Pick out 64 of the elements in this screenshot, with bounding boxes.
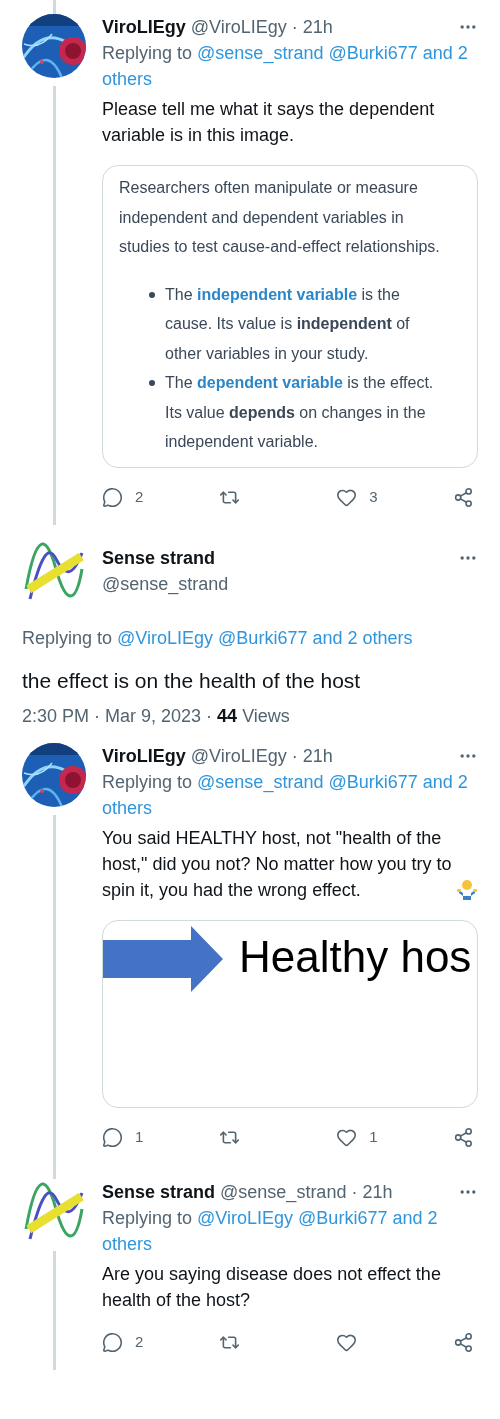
mention-link[interactable]: @Burki677 bbox=[328, 43, 418, 63]
author-handle: @ViroLIEgy · 21h bbox=[190, 17, 333, 37]
replying-to-text: Replying to @ViroLIEgy @Burki677 and 2 others bbox=[22, 626, 414, 650]
replying-to-text: Replying to @ViroLIEgy @Burki677 and 2 others bbox=[102, 1206, 439, 1256]
like-count: 3 bbox=[369, 487, 378, 508]
mention-link[interactable]: and bbox=[392, 1207, 423, 1228]
mention-link[interactable]: others bbox=[362, 627, 413, 648]
replying-to-text: Replying to @sense_strand @Burki677 and 2 others bbox=[102, 770, 469, 820]
author-name[interactable]: Sense strand bbox=[102, 544, 216, 571]
like-icon[interactable] bbox=[336, 1332, 358, 1353]
term-link[interactable]: independent variable bbox=[197, 285, 358, 303]
like-count: 1 bbox=[369, 1127, 378, 1148]
mention-link[interactable]: 2 bbox=[457, 43, 468, 63]
author-name[interactable]: ViroLIEgy bbox=[102, 17, 186, 37]
shrug-icon bbox=[456, 878, 478, 901]
mention-link[interactable]: @sense_strand bbox=[197, 771, 324, 792]
reply-count: 2 bbox=[135, 487, 144, 508]
article-paragraph: Researchers often manipulate or measure independent and dependent variables in studies to test cause-and-effect relationships. bbox=[119, 178, 441, 257]
mention-link[interactable]: 2 bbox=[347, 627, 358, 648]
mention-link[interactable]: @ViroLIEgy bbox=[117, 627, 214, 648]
author-name[interactable]: ViroLIEgy bbox=[102, 745, 186, 766]
mention-link[interactable]: others bbox=[102, 1233, 153, 1254]
mention-link[interactable]: and bbox=[312, 627, 343, 648]
bullet-icon bbox=[149, 380, 155, 386]
term-link[interactable]: dependent variable bbox=[197, 374, 343, 391]
bullet-text: The independent variable is the cause. Its value is independent of other variables in your study. bbox=[165, 284, 411, 364]
like-icon[interactable] bbox=[336, 1127, 358, 1148]
reply-icon[interactable] bbox=[102, 487, 123, 508]
views-count: 44 bbox=[217, 704, 238, 728]
mention-link[interactable]: 2 bbox=[457, 771, 468, 792]
author-name[interactable]: Sense strand bbox=[102, 1181, 216, 1202]
bullet-text: The dependent variable is the effect. Its value depends on changes in the independent variable. bbox=[165, 373, 435, 452]
author-handle: @sense_strand · 21h bbox=[220, 1181, 393, 1202]
mention-link[interactable]: @sense_strand bbox=[197, 43, 324, 63]
mention-link[interactable]: @Burki677 bbox=[328, 771, 418, 792]
bullet-icon bbox=[149, 291, 155, 298]
views-label: Views bbox=[242, 704, 290, 728]
tweet-text: You said HEALTHY host, not "health of the host," did you not? No matter how you try to spin it, you had the wrong effect. bbox=[102, 826, 452, 902]
mention-link[interactable]: others bbox=[102, 797, 153, 818]
article-card[interactable] bbox=[102, 165, 478, 468]
share-icon[interactable] bbox=[453, 1332, 474, 1353]
reply-icon[interactable] bbox=[102, 1127, 123, 1148]
mention-link[interactable]: @ViroLIEgy bbox=[197, 1207, 294, 1228]
reply-count: 2 bbox=[135, 1332, 144, 1353]
reply-count: 1 bbox=[135, 1127, 144, 1148]
mention-link[interactable]: and bbox=[422, 771, 453, 792]
author-handle: @sense_strand bbox=[102, 572, 230, 597]
reply-icon[interactable] bbox=[102, 1332, 123, 1353]
image-card[interactable]: Healthy hos bbox=[102, 919, 478, 1108]
mention-link[interactable]: @Burki677 bbox=[298, 1207, 388, 1228]
replying-to-text: Replying to @sense_strand @Burki677 and 2 others bbox=[102, 42, 469, 91]
mention-link[interactable]: and bbox=[422, 43, 453, 63]
slide-text: Healthy hos bbox=[239, 934, 472, 979]
tweet-text: Please tell me what it says the dependent variable is in this image. bbox=[102, 98, 436, 147]
tweet-text: Are you saying disease does not effect the health of the host? bbox=[102, 1262, 442, 1312]
timestamp: 2:30 PM · Mar 9, 2023 · bbox=[22, 704, 213, 728]
share-icon[interactable] bbox=[453, 487, 474, 508]
share-icon[interactable] bbox=[453, 1127, 474, 1148]
author-handle: @ViroLIEgy · 21h bbox=[190, 745, 333, 766]
mention-link[interactable]: @Burki677 bbox=[218, 627, 308, 648]
mention-link[interactable]: others bbox=[102, 69, 153, 89]
like-icon[interactable] bbox=[336, 487, 358, 508]
mention-link[interactable]: 2 bbox=[427, 1207, 438, 1228]
tweet-text: the effect is on the health of the host bbox=[22, 667, 362, 694]
